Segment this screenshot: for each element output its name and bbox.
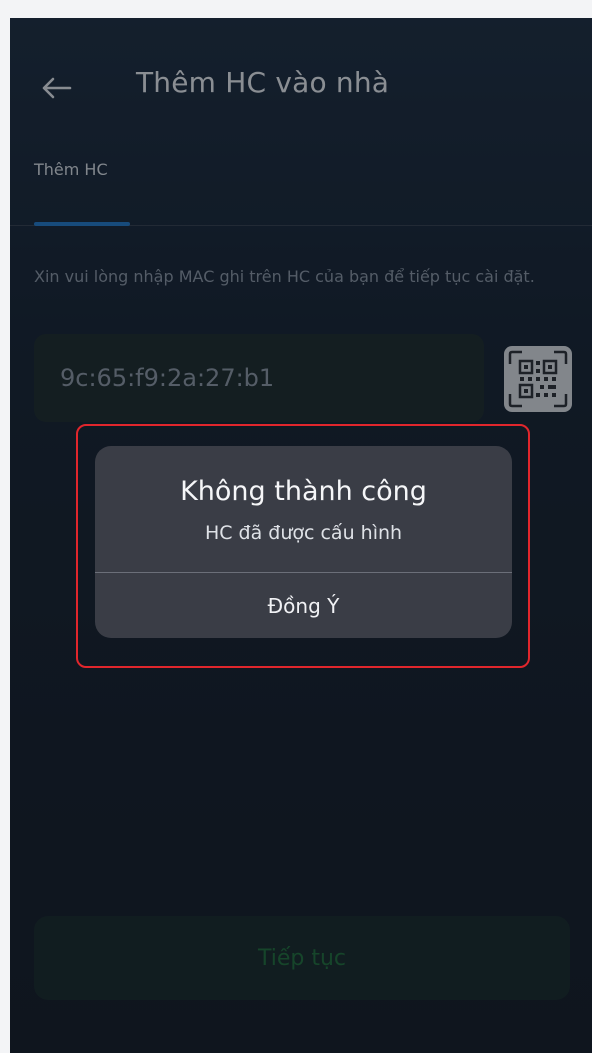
dialog-confirm-button[interactable]: Đồng Ý bbox=[95, 573, 512, 638]
app-screen: Thêm HC vào nhà Thêm HC Xin vui lòng nhậ… bbox=[10, 18, 592, 1053]
dialog-confirm-label: Đồng Ý bbox=[267, 593, 340, 618]
dialog-title: Không thành công bbox=[180, 476, 427, 507]
mac-address-value: 9c:65:f9:2a:27:b1 bbox=[60, 364, 275, 392]
tab-label: Thêm HC bbox=[34, 160, 108, 179]
continue-button[interactable]: Tiếp tục bbox=[34, 916, 570, 1000]
qr-scan-button[interactable] bbox=[504, 346, 572, 412]
page-title: Thêm HC vào nhà bbox=[136, 66, 390, 99]
back-button[interactable] bbox=[36, 68, 76, 108]
instruction-text: Xin vui lòng nhập MAC ghi trên HC của bạ… bbox=[34, 267, 535, 286]
error-dialog: Không thành công HC đã được cấu hình Đồn… bbox=[95, 446, 512, 638]
tab-bar: Thêm HC bbox=[10, 153, 592, 226]
continue-label: Tiếp tục bbox=[257, 945, 347, 971]
tab-add-hc[interactable]: Thêm HC bbox=[34, 153, 134, 226]
dialog-message: HC đã được cấu hình bbox=[204, 522, 403, 544]
arrow-left-icon bbox=[42, 77, 72, 99]
qr-code-scan-icon bbox=[508, 350, 568, 408]
header: Thêm HC vào nhà bbox=[10, 18, 592, 158]
mac-address-input[interactable]: 9c:65:f9:2a:27:b1 bbox=[34, 334, 484, 422]
tab-active-indicator bbox=[34, 222, 130, 226]
